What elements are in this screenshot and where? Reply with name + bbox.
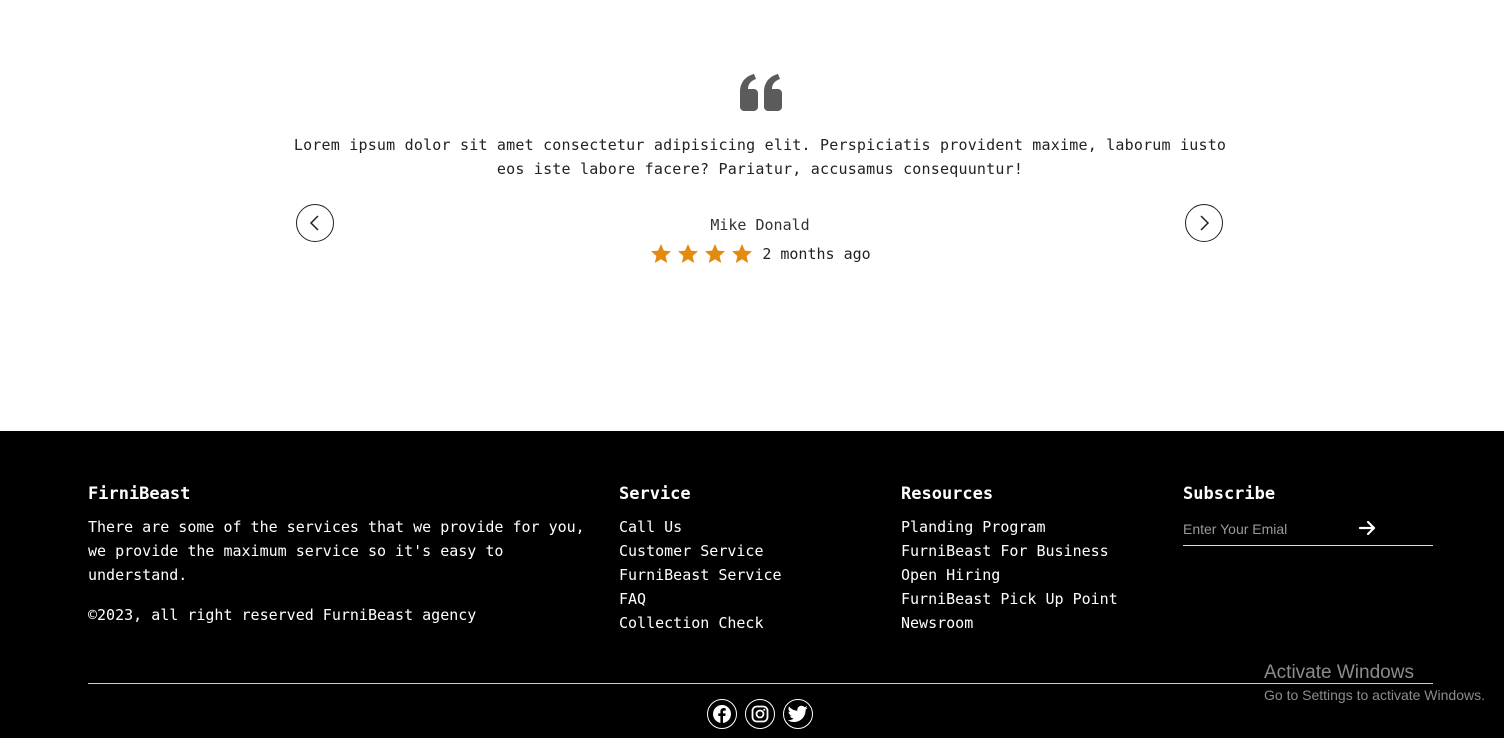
footer-link-planding-program[interactable]: Planding Program	[901, 515, 1161, 539]
instagram-link[interactable]	[745, 699, 775, 729]
instagram-icon	[751, 705, 769, 723]
watermark-subtitle: Go to Settings to activate Windows.	[1264, 687, 1485, 703]
testimonial-author: Mike Donald	[710, 216, 810, 234]
star-icon	[678, 244, 699, 263]
footer-link-pick-up-point[interactable]: FurniBeast Pick Up Point	[901, 587, 1161, 611]
subscribe-title: Subscribe	[1183, 484, 1276, 504]
star-icon	[651, 244, 672, 263]
activate-windows-watermark: Activate Windows Go to Settings to activ…	[1264, 661, 1485, 705]
testimonial-section: Lorem ipsum dolor sit amet consectetur a…	[0, 0, 1504, 431]
footer-link-open-hiring[interactable]: Open Hiring	[901, 563, 1161, 587]
chevron-left-icon	[309, 215, 319, 231]
resources-title: Resources	[901, 484, 994, 504]
quote-icon	[740, 74, 782, 111]
footer-divider	[88, 683, 1433, 684]
facebook-link[interactable]	[707, 699, 737, 729]
email-input[interactable]	[1183, 519, 1383, 539]
star-rating	[649, 243, 754, 265]
social-links	[707, 699, 813, 729]
subscribe-form	[1183, 515, 1433, 546]
footer-service-column: Service Call Us Customer Service FurniBe…	[619, 483, 879, 635]
watermark-title: Activate Windows	[1264, 662, 1414, 683]
brand-description: There are some of the services that we p…	[88, 518, 585, 584]
arrow-right-icon[interactable]	[1358, 519, 1378, 537]
prev-testimonial-button[interactable]	[296, 204, 334, 242]
testimonial-text: Lorem ipsum dolor sit amet consectetur a…	[293, 136, 1227, 178]
footer-link-furnibeast-service[interactable]: FurniBeast Service	[619, 563, 879, 587]
chevron-right-icon	[1200, 215, 1210, 231]
footer-brand-column: FirniBeast There are some of the service…	[88, 483, 588, 627]
footer-link-collection-check[interactable]: Collection Check	[619, 611, 879, 635]
footer-link-call-us[interactable]: Call Us	[619, 515, 879, 539]
service-title: Service	[619, 484, 691, 504]
facebook-icon	[713, 705, 731, 723]
footer-resources-column: Resources Planding Program FurniBeast Fo…	[901, 483, 1161, 635]
resources-links: Planding Program FurniBeast For Business…	[901, 515, 1161, 635]
copyright-text: ©2023, all right reserved FurniBeast age…	[88, 606, 477, 624]
footer-subscribe-column: Subscribe	[1183, 483, 1433, 546]
next-testimonial-button[interactable]	[1185, 204, 1223, 242]
brand-title: FirniBeast	[88, 484, 191, 504]
footer-link-for-business[interactable]: FurniBeast For Business	[901, 539, 1161, 563]
rating-row: 2 months ago	[560, 242, 960, 266]
footer-link-faq[interactable]: FAQ	[619, 587, 879, 611]
star-icon	[705, 244, 726, 263]
twitter-link[interactable]	[783, 699, 813, 729]
footer-link-customer-service[interactable]: Customer Service	[619, 539, 879, 563]
review-time: 2 months ago	[762, 245, 871, 263]
star-icon	[732, 244, 753, 263]
service-links: Call Us Customer Service FurniBeast Serv…	[619, 515, 879, 635]
footer-link-newsroom[interactable]: Newsroom	[901, 611, 1161, 635]
twitter-icon	[788, 705, 808, 722]
